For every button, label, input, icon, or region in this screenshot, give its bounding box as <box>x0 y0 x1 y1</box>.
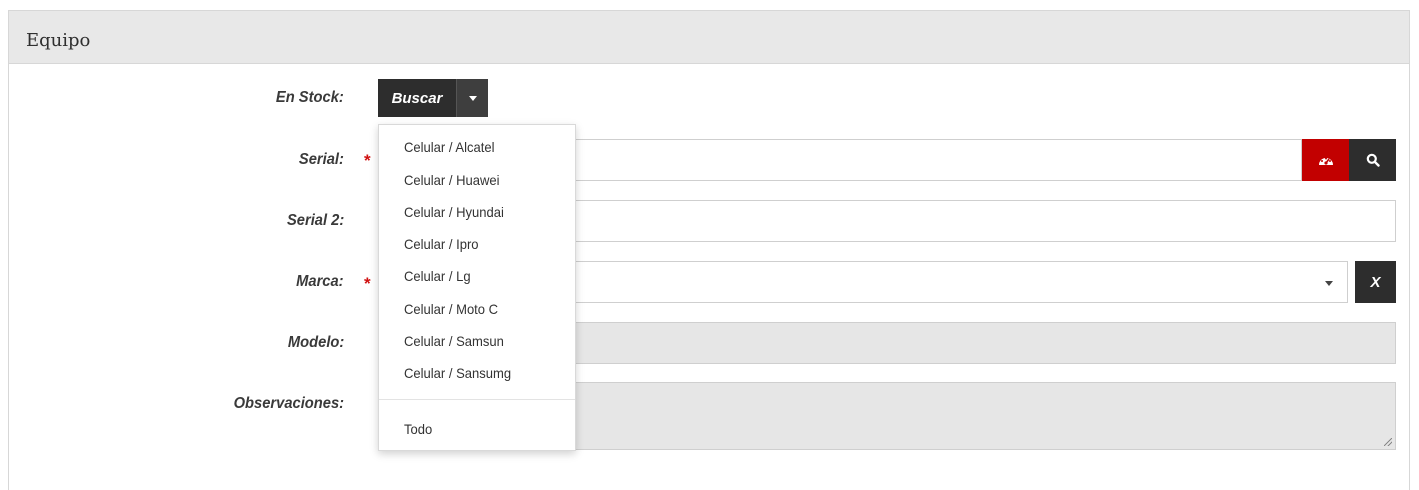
dropdown-item[interactable]: Celular / Samsun <box>404 333 504 349</box>
en-stock-label: En Stock: <box>276 89 344 106</box>
required-marker: * <box>364 151 371 170</box>
caret-down-icon <box>468 95 477 101</box>
buscar-dropdown-menu: Celular / Alcatel Celular / Huawei Celul… <box>378 124 576 451</box>
serial-label: Serial: <box>298 151 344 168</box>
dropdown-item[interactable]: Celular / Sansumg <box>404 365 511 381</box>
dropdown-divider <box>379 399 575 400</box>
panel-title: Equipo <box>26 30 91 51</box>
observaciones-label: Observaciones: <box>233 395 344 412</box>
modelo-label: Modelo: <box>287 334 344 351</box>
resize-grip-icon[interactable] <box>1384 438 1392 446</box>
dropdown-item[interactable]: Celular / Hyundai <box>404 204 504 220</box>
required-marker: * <box>364 274 371 293</box>
dashboard-icon <box>1318 157 1333 165</box>
dropdown-item[interactable]: Celular / Lg <box>404 268 471 284</box>
dropdown-item[interactable]: Celular / Huawei <box>404 172 500 188</box>
marca-label: Marca: <box>296 273 344 290</box>
search-icon <box>1366 153 1380 167</box>
dropdown-item[interactable]: Celular / Moto C <box>404 301 498 317</box>
serial2-label: Serial 2: <box>286 212 344 229</box>
caret-down-icon <box>1325 281 1333 286</box>
dashboard-button[interactable] <box>1302 139 1349 181</box>
search-button[interactable] <box>1349 139 1396 181</box>
clear-marca-button[interactable]: X <box>1355 261 1396 303</box>
dropdown-item[interactable]: Celular / Alcatel <box>404 139 494 155</box>
dropdown-item[interactable]: Celular / Ipro <box>404 236 479 252</box>
buscar-button[interactable]: Buscar <box>378 79 456 117</box>
buscar-dropdown-toggle[interactable] <box>456 79 488 117</box>
panel-header: Equipo <box>9 11 1409 64</box>
dropdown-item-todo[interactable]: Todo <box>404 421 432 437</box>
